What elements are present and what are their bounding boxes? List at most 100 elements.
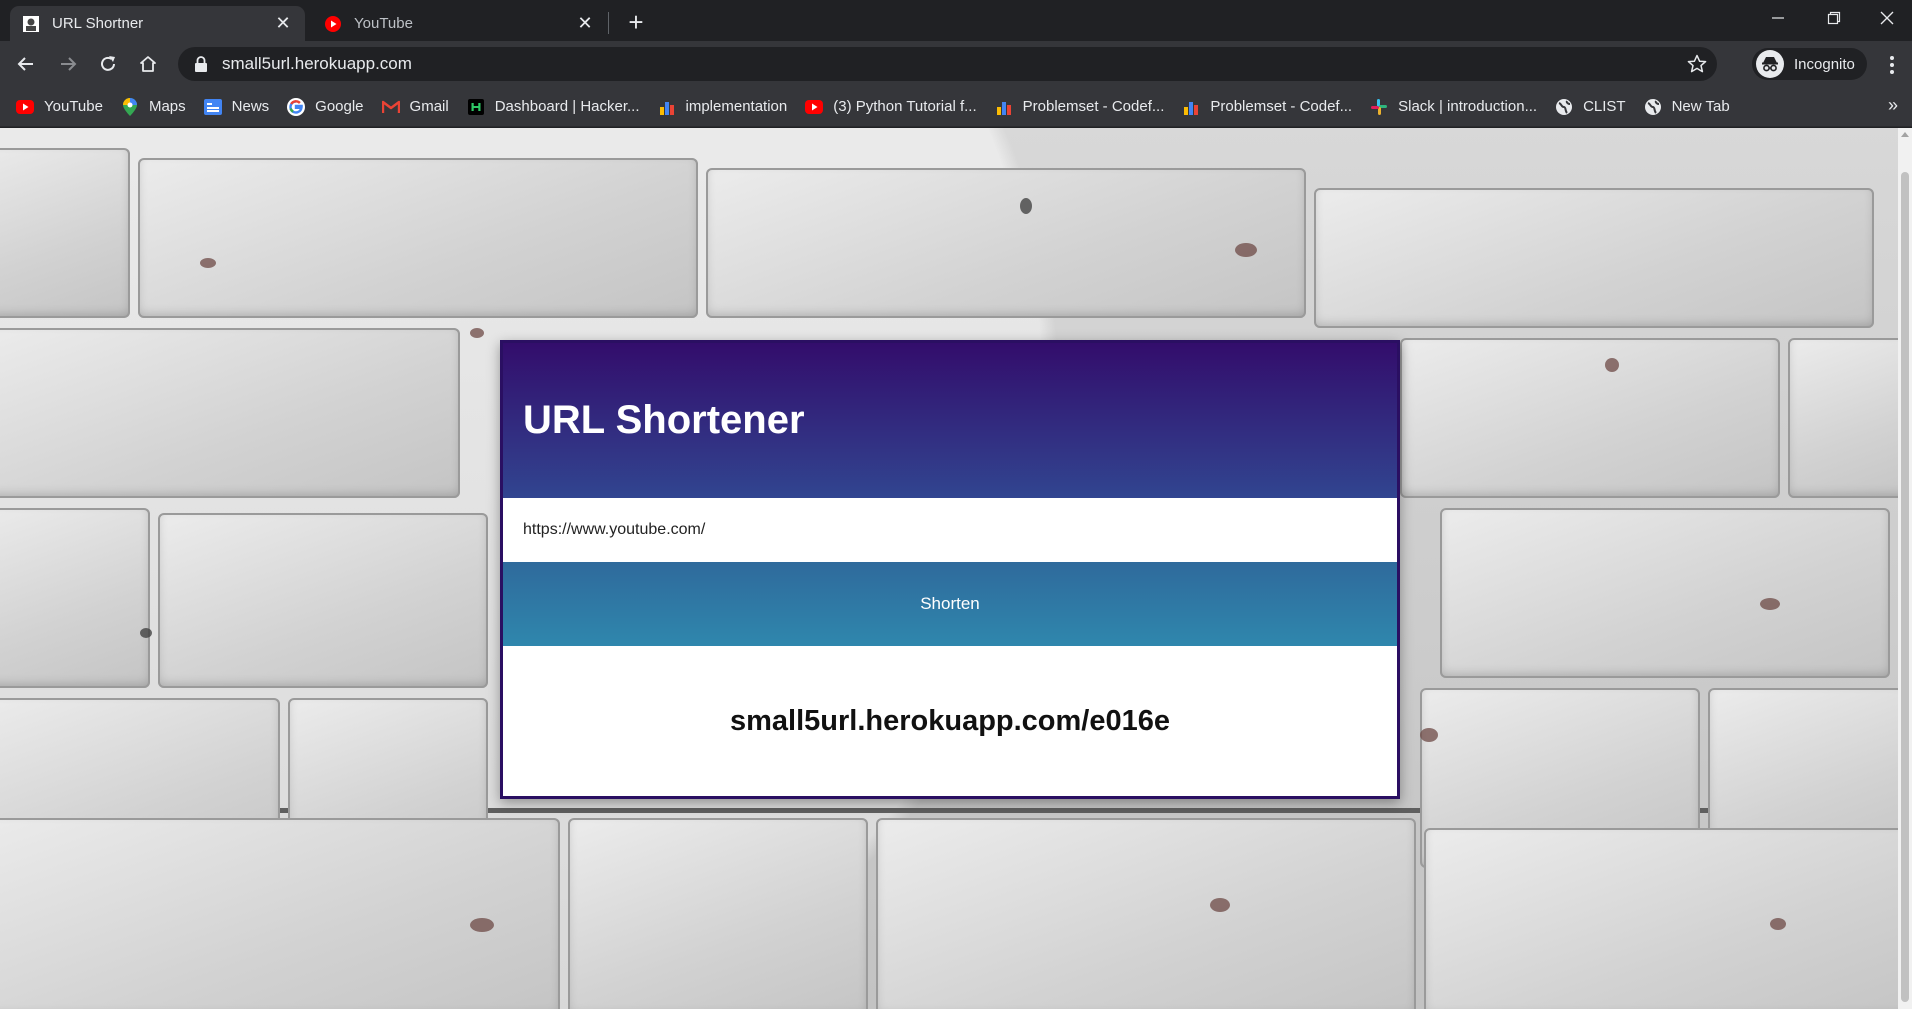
- bookmark-star-icon[interactable]: [1687, 54, 1707, 79]
- youtube-icon: [16, 98, 34, 116]
- brick: [1424, 828, 1912, 1009]
- wall-stain: [1760, 598, 1780, 610]
- bookmark-label: implementation: [685, 98, 788, 115]
- globe-icon: [1644, 98, 1662, 116]
- reload-icon[interactable]: [92, 48, 124, 80]
- close-tab-icon[interactable]: ✕: [575, 13, 595, 34]
- brick: [706, 168, 1306, 318]
- bookmark-news[interactable]: News: [203, 98, 270, 116]
- bookmark-maps[interactable]: Maps: [121, 97, 186, 116]
- hackerrank-icon: [467, 98, 485, 116]
- home-icon[interactable]: [132, 48, 164, 80]
- brick: [1788, 338, 1912, 498]
- news-icon: [203, 98, 222, 116]
- brick: [568, 818, 868, 1009]
- url-shortener-card: URL Shortener Shorten small5url.herokuap…: [500, 340, 1400, 799]
- brick: [876, 818, 1416, 1009]
- youtube-icon: [324, 15, 342, 33]
- bookmark-label: News: [231, 98, 270, 115]
- back-arrow-icon[interactable]: [10, 48, 42, 80]
- new-tab-button[interactable]: +: [622, 7, 650, 37]
- bookmark-label: Dashboard | Hacker...: [494, 98, 640, 115]
- wall-stain: [1235, 243, 1257, 257]
- brick: [0, 148, 130, 318]
- wall-stain: [200, 258, 216, 268]
- address-bar[interactable]: small5url.herokuapp.com: [178, 47, 1717, 81]
- forward-arrow-icon[interactable]: [52, 48, 84, 80]
- wall-stain: [1770, 918, 1786, 930]
- bookmark-label: Problemset - Codef...: [1210, 98, 1353, 115]
- bookmark-implementation[interactable]: implementation: [658, 98, 788, 116]
- bookmarks-bar: YouTube Maps News Google Gmail Dashboard…: [0, 87, 1912, 127]
- wall-stain: [1020, 198, 1032, 214]
- bookmark-hackerrank[interactable]: Dashboard | Hacker...: [467, 98, 640, 116]
- brick: [138, 158, 698, 318]
- card-header: URL Shortener: [503, 343, 1397, 498]
- bookmark-label: Problemset - Codef...: [1022, 98, 1165, 115]
- wall-stain: [470, 328, 484, 338]
- page-favicon-icon: [22, 15, 40, 33]
- bar-chart-icon: [658, 98, 676, 116]
- bookmark-label: CLIST: [1583, 98, 1626, 115]
- bookmark-label: Gmail: [409, 98, 449, 115]
- brick: [1440, 508, 1890, 678]
- shorten-button[interactable]: Shorten: [503, 562, 1397, 646]
- wall-stain: [140, 628, 152, 638]
- bookmark-label: Maps: [148, 98, 186, 115]
- minimize-icon[interactable]: [1750, 0, 1806, 36]
- bookmark-youtube[interactable]: YouTube: [16, 98, 103, 116]
- brick: [158, 513, 488, 688]
- bookmark-python-tutorial[interactable]: (3) Python Tutorial f...: [805, 98, 977, 116]
- browser-toolbar: small5url.herokuapp.com Incognito: [0, 41, 1912, 87]
- incognito-icon: [1756, 50, 1784, 78]
- more-menu-icon[interactable]: [1880, 51, 1904, 79]
- brick: [1314, 188, 1874, 328]
- wall-stain: [1210, 898, 1230, 912]
- restore-icon[interactable]: [1806, 0, 1862, 36]
- maps-icon: [121, 97, 139, 116]
- bar-chart-icon: [995, 98, 1013, 116]
- close-tab-icon[interactable]: ✕: [273, 13, 293, 34]
- profile-label: Incognito: [1794, 55, 1855, 73]
- url-input[interactable]: [503, 498, 1397, 562]
- bookmark-problemset-1[interactable]: Problemset - Codef...: [995, 98, 1165, 116]
- bookmark-label: New Tab: [1671, 98, 1730, 115]
- bookmark-label: YouTube: [44, 98, 103, 115]
- short-url-result: small5url.herokuapp.com/e016e: [729, 704, 1171, 737]
- tab-url-shortner[interactable]: URL Shortner ✕: [10, 6, 305, 41]
- scrollbar-thumb[interactable]: [1901, 172, 1909, 1002]
- app-title: URL Shortener: [523, 398, 805, 442]
- brick: [0, 508, 150, 688]
- youtube-icon: [805, 98, 824, 116]
- globe-icon: [1555, 98, 1573, 116]
- bar-chart-icon: [1182, 98, 1200, 116]
- brick: [0, 818, 560, 1009]
- bookmark-gmail[interactable]: Gmail: [381, 98, 449, 116]
- bookmark-clist[interactable]: CLIST: [1555, 98, 1626, 116]
- more-bookmarks-icon[interactable]: »: [1888, 95, 1898, 116]
- bookmark-new-tab[interactable]: New Tab: [1644, 98, 1730, 116]
- page-scrollbar[interactable]: [1898, 128, 1912, 1009]
- scroll-up-icon[interactable]: [1901, 132, 1909, 137]
- bookmark-slack[interactable]: Slack | introduction...: [1370, 98, 1537, 116]
- tab-youtube[interactable]: YouTube ✕: [312, 6, 607, 41]
- bookmark-problemset-2[interactable]: Problemset - Codef...: [1182, 98, 1352, 116]
- bookmark-google[interactable]: Google: [287, 97, 364, 116]
- google-icon: [287, 97, 306, 116]
- close-window-icon[interactable]: [1862, 0, 1912, 36]
- bookmark-label: (3) Python Tutorial f...: [833, 98, 977, 115]
- result-panel: small5url.herokuapp.com/e016e: [503, 646, 1397, 796]
- tab-strip: URL Shortner ✕ YouTube ✕ +: [0, 0, 1912, 41]
- tab-title: URL Shortner: [52, 15, 144, 32]
- lock-icon: [194, 56, 208, 72]
- tab-divider: [608, 12, 609, 34]
- tab-title: YouTube: [354, 15, 413, 32]
- brick: [0, 328, 460, 498]
- wall-stain: [1605, 358, 1619, 372]
- bookmark-label: Google: [315, 98, 364, 115]
- slack-icon: [1370, 98, 1388, 116]
- wall-stain: [470, 918, 494, 932]
- wall-stain: [1420, 728, 1438, 742]
- address-url: small5url.herokuapp.com: [222, 54, 412, 73]
- incognito-profile-button[interactable]: Incognito: [1752, 48, 1867, 80]
